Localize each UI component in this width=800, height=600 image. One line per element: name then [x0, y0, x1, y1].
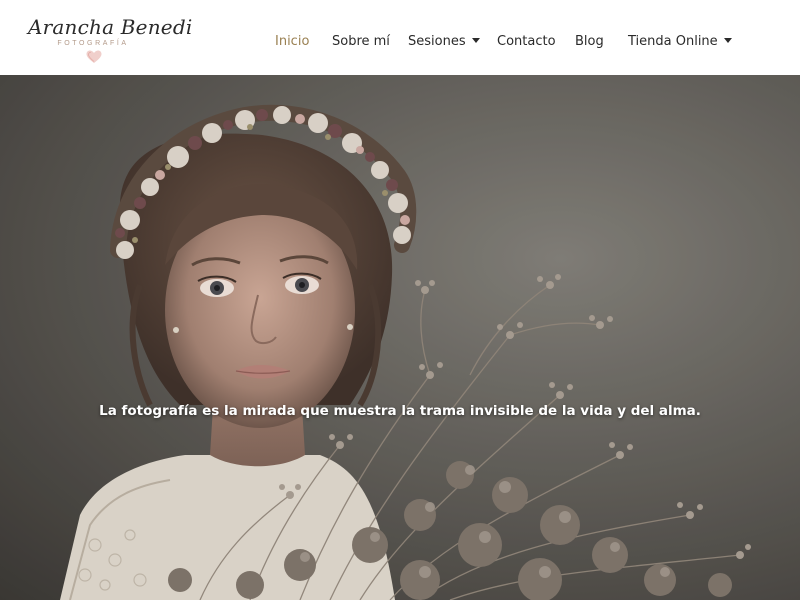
main-nav: Inicio Sobre mí Sesiones Contacto Blog T…: [0, 31, 800, 53]
nav-item-label: Tienda Online: [628, 34, 718, 49]
site-header: Arancha Benedi FOTOGRAFÍA Inicio Sobre m…: [0, 0, 800, 75]
chevron-down-icon: [471, 38, 480, 43]
hero-banner: La fotografía es la mirada que muestra l…: [0, 75, 800, 600]
nav-item-tienda-online[interactable]: Tienda Online: [628, 31, 732, 53]
nav-item-label: Inicio: [275, 34, 310, 49]
nav-item-label: Sobre mí: [332, 34, 390, 49]
nav-item-sobre-mi[interactable]: Sobre mí: [332, 31, 390, 53]
chevron-down-icon: [723, 38, 732, 43]
nav-item-blog[interactable]: Blog: [575, 31, 604, 53]
nav-item-label: Contacto: [497, 34, 556, 49]
nav-item-label: Sesiones: [408, 34, 466, 49]
nav-item-sesiones[interactable]: Sesiones: [408, 31, 480, 53]
nav-item-label: Blog: [575, 34, 604, 49]
nav-item-contacto[interactable]: Contacto: [497, 31, 556, 53]
hero-quote: La fotografía es la mirada que muestra l…: [99, 403, 701, 419]
nav-item-inicio[interactable]: Inicio: [275, 31, 309, 53]
hero-photo: [0, 75, 800, 600]
